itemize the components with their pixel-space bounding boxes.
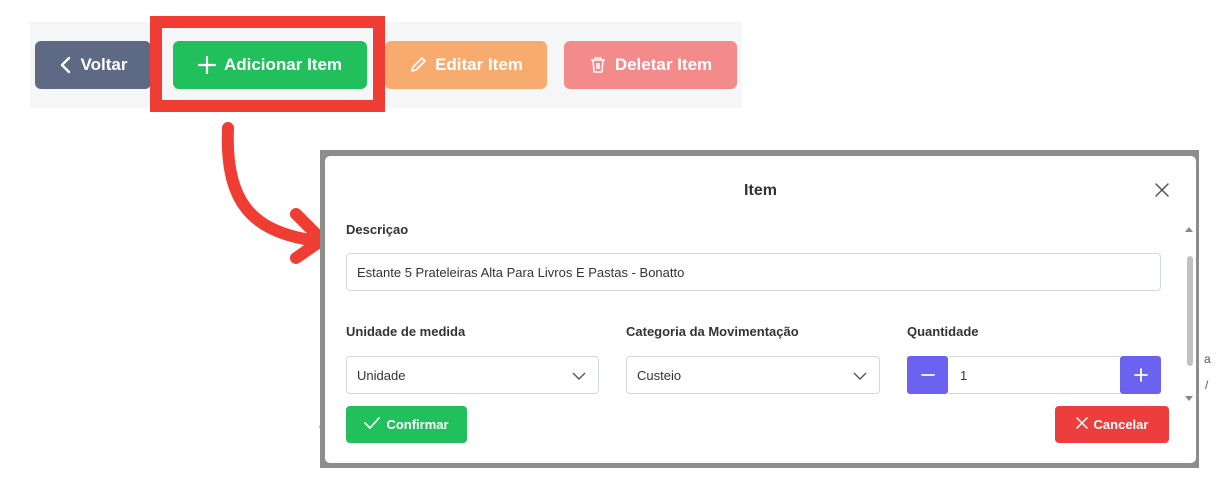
plus-icon bbox=[1133, 368, 1148, 382]
modal-title: Item bbox=[744, 182, 777, 199]
quantity-input[interactable]: 1 bbox=[948, 356, 1120, 394]
quantity-stepper: 1 bbox=[907, 356, 1161, 394]
scroll-thumb[interactable] bbox=[1187, 256, 1193, 366]
cancel-label: Cancelar bbox=[1093, 417, 1149, 432]
background-fragment: / bbox=[1205, 378, 1209, 392]
scroll-down-icon bbox=[1185, 396, 1193, 401]
category-label: Categoria da Movimentação bbox=[626, 324, 799, 339]
description-field[interactable]: Estante 5 Prateleiras Alta Para Livros E… bbox=[346, 253, 1161, 291]
close-icon bbox=[1075, 417, 1088, 432]
unit-select[interactable]: Unidade bbox=[346, 356, 599, 394]
decrement-button[interactable] bbox=[907, 356, 948, 394]
scroll-up-icon bbox=[1185, 227, 1193, 232]
category-select[interactable]: Custeio bbox=[626, 356, 880, 394]
cancel-button[interactable]: Cancelar bbox=[1055, 406, 1169, 443]
unit-value: Unidade bbox=[357, 367, 406, 383]
increment-button[interactable] bbox=[1120, 356, 1161, 394]
scrollbar[interactable] bbox=[1182, 224, 1196, 404]
check-icon bbox=[364, 417, 381, 432]
minus-icon bbox=[920, 374, 935, 376]
confirm-label: Confirmar bbox=[386, 417, 449, 432]
background-fragment: a bbox=[1204, 352, 1211, 366]
unit-label: Unidade de medida bbox=[346, 324, 466, 339]
close-icon[interactable] bbox=[1150, 178, 1174, 202]
confirm-button[interactable]: Confirmar bbox=[346, 406, 467, 443]
description-label: Descriçao bbox=[346, 222, 409, 237]
category-value: Custeio bbox=[637, 367, 682, 383]
item-modal: Item Descriçao Estante 5 Prateleiras Alt… bbox=[325, 156, 1196, 463]
quantity-label: Quantidade bbox=[907, 324, 979, 339]
description-value: Estante 5 Prateleiras Alta Para Livros E… bbox=[357, 264, 685, 280]
chevron-down-icon bbox=[853, 369, 867, 384]
chevron-down-icon bbox=[572, 369, 586, 384]
